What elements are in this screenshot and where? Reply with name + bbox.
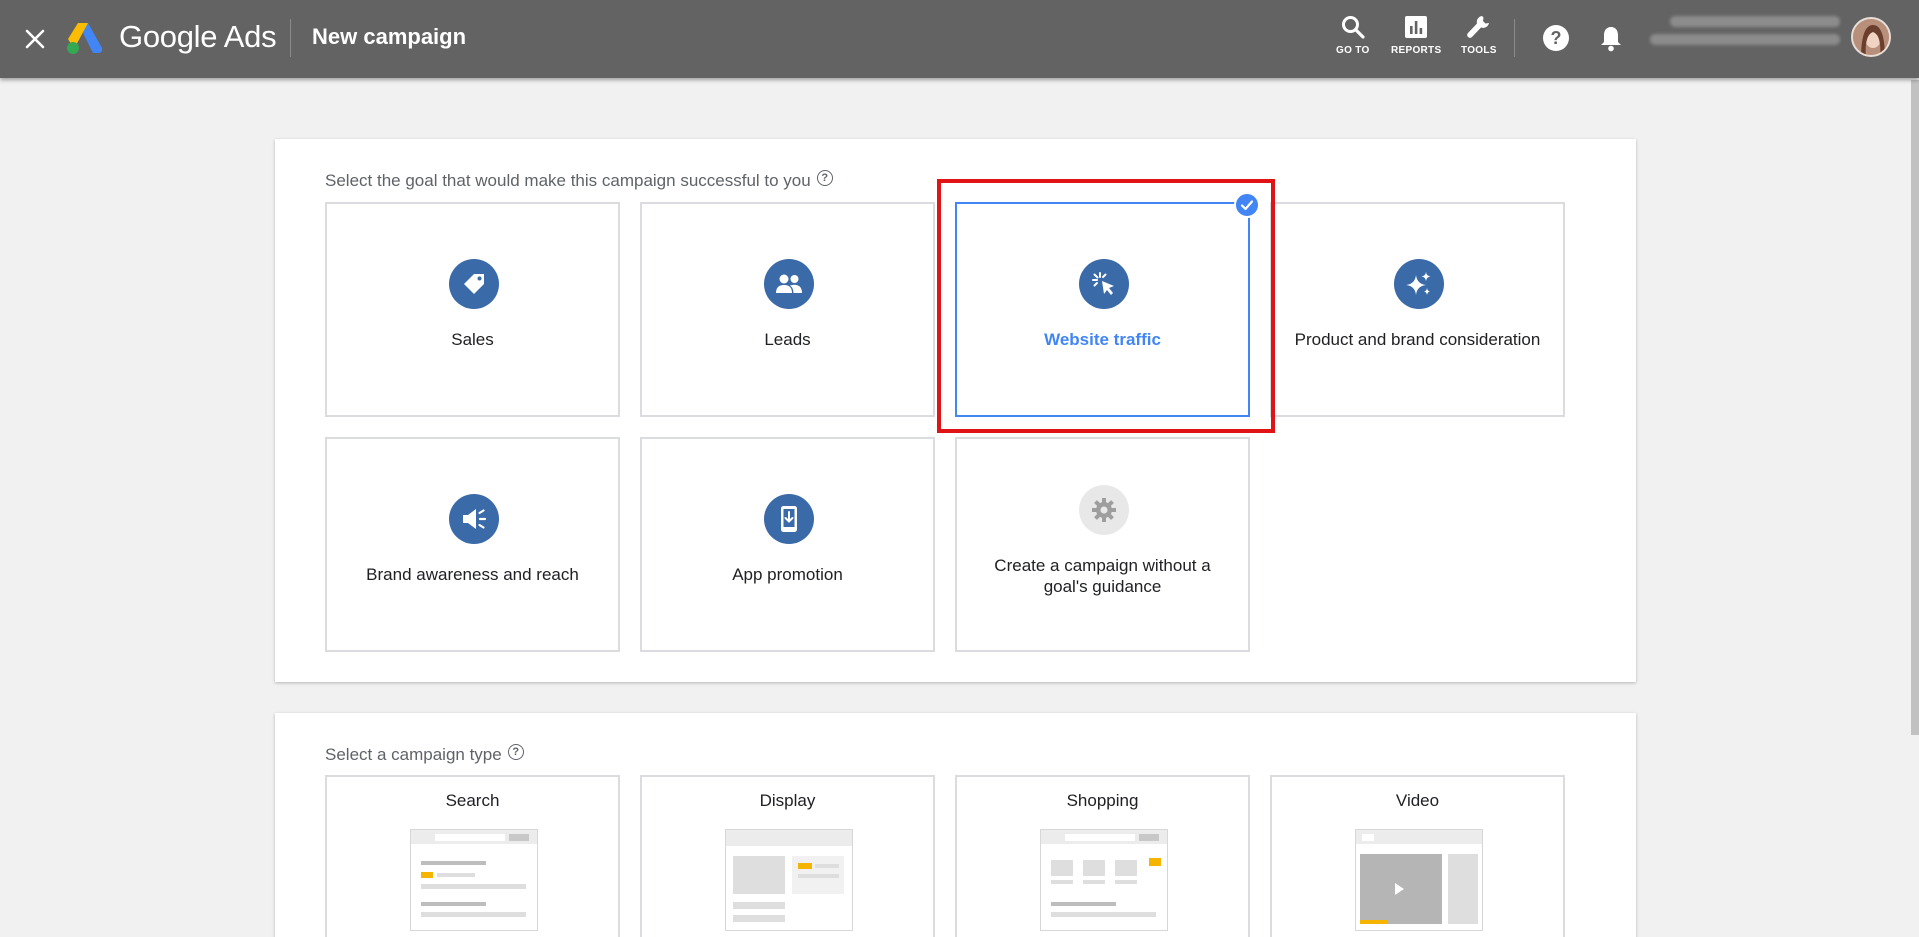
campaign-type-prompt-text: Select a campaign type	[325, 745, 502, 764]
people-icon	[764, 259, 814, 309]
goal-prompt-text: Select the goal that would make this cam…	[325, 171, 811, 190]
go-to-label: GO TO	[1336, 45, 1370, 56]
campaign-type-search[interactable]: Search	[325, 775, 620, 937]
search-preview-illustration	[410, 829, 538, 931]
sparkle-icon	[1394, 259, 1444, 309]
search-icon	[1341, 16, 1365, 39]
phone-download-icon	[764, 494, 814, 544]
goal-label: Leads	[764, 330, 811, 349]
goal-card-product-brand-consideration[interactable]: Product and brand consideration	[1270, 202, 1565, 417]
close-icon[interactable]	[18, 22, 52, 56]
top-app-bar: Google Ads New campaign GO TO REPORTS TO…	[0, 0, 1919, 78]
goal-card-sales[interactable]: Sales	[325, 202, 620, 417]
campaign-type-label: Search	[445, 791, 500, 810]
campaign-type-panel: Select a campaign type ? Search Display	[275, 713, 1636, 937]
go-to-button[interactable]: GO TO	[1336, 14, 1370, 56]
help-icon[interactable]: ?	[1542, 24, 1570, 57]
page-title: New campaign	[312, 24, 467, 49]
campaign-type-video[interactable]: Video	[1270, 775, 1565, 937]
tools-label: TOOLS	[1461, 45, 1497, 56]
tools-button[interactable]: TOOLS	[1461, 14, 1497, 56]
bar-chart-icon	[1405, 16, 1428, 38]
avatar[interactable]	[1851, 17, 1891, 57]
header-divider	[290, 19, 291, 57]
help-question-icon[interactable]: ?	[816, 170, 833, 186]
help-question-icon[interactable]: ?	[507, 744, 524, 760]
campaign-type-prompt: Select a campaign type ?	[325, 744, 524, 765]
goal-card-brand-awareness-reach[interactable]: Brand awareness and reach	[325, 437, 620, 652]
price-tag-icon	[449, 259, 499, 309]
cursor-click-icon	[1079, 259, 1129, 309]
goal-prompt: Select the goal that would make this cam…	[325, 170, 833, 191]
check-icon	[1234, 192, 1260, 218]
header-divider-right	[1514, 19, 1515, 57]
scrollbar-thumb[interactable]	[1911, 80, 1919, 735]
goal-card-app-promotion[interactable]: App promotion	[640, 437, 935, 652]
goal-card-no-goal-guidance[interactable]: Create a campaign without a goal's guida…	[955, 437, 1250, 652]
megaphone-icon	[449, 494, 499, 544]
account-info-blurred[interactable]	[1650, 16, 1840, 56]
video-preview-illustration	[1355, 829, 1483, 931]
shopping-preview-illustration	[1040, 829, 1168, 931]
play-icon	[1395, 883, 1404, 895]
goal-label: Website traffic	[1044, 330, 1161, 349]
bell-icon[interactable]	[1598, 24, 1624, 57]
goal-card-website-traffic[interactable]: Website traffic	[955, 192, 1260, 417]
goal-card-leads[interactable]: Leads	[640, 202, 935, 417]
campaign-type-display[interactable]: Display	[640, 775, 935, 937]
display-preview-illustration	[725, 829, 853, 931]
svg-text:?: ?	[1551, 28, 1562, 48]
wrench-icon	[1467, 16, 1489, 38]
campaign-type-label: Display	[759, 791, 816, 810]
campaign-type-label: Shopping	[1066, 791, 1139, 810]
goal-label: App promotion	[732, 565, 843, 584]
google-ads-logo	[64, 19, 104, 55]
goal-label: Product and brand consideration	[1294, 330, 1541, 349]
goal-label: Brand awareness and reach	[366, 565, 579, 584]
goal-label: Sales	[451, 330, 494, 349]
goal-label: Create a campaign without a goal's guida…	[994, 556, 1211, 596]
reports-button[interactable]: REPORTS	[1391, 14, 1441, 56]
brand-name: Google Ads	[119, 19, 277, 54]
goal-selection-panel: Select the goal that would make this cam…	[275, 139, 1636, 682]
campaign-type-shopping[interactable]: Shopping	[955, 775, 1250, 937]
campaign-type-label: Video	[1395, 791, 1440, 810]
reports-label: REPORTS	[1391, 45, 1442, 56]
gear-icon	[1079, 485, 1129, 535]
